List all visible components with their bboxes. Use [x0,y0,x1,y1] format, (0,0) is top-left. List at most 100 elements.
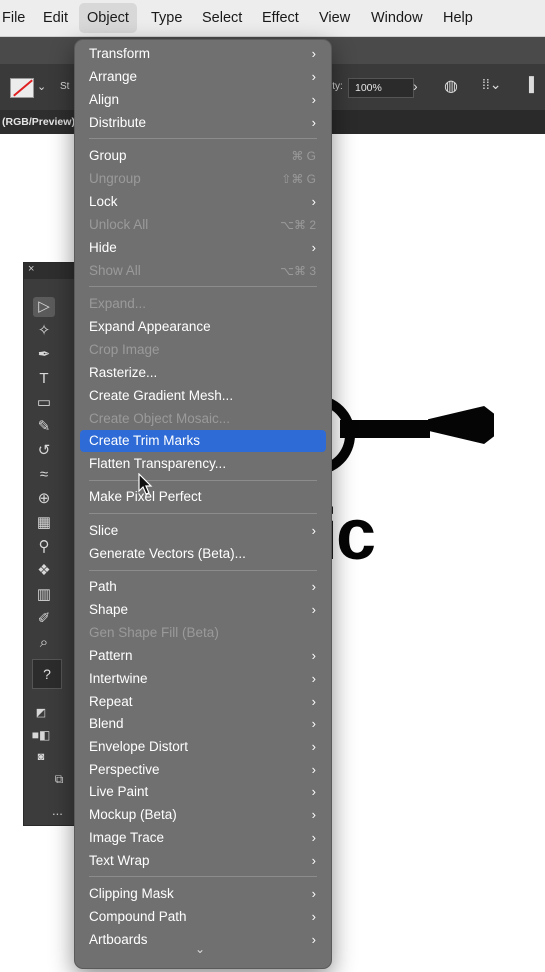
menu-item-mockup[interactable]: Mockup (Beta) › [80,804,326,826]
type-tool-icon[interactable]: T [33,369,55,389]
more-tools-icon[interactable]: ... [52,803,63,818]
menu-item-pattern[interactable]: Pattern › [80,645,326,667]
opacity-field[interactable]: 100% [348,78,414,98]
perspective-grid-tool-icon[interactable]: ▦ [33,513,55,533]
menu-item-label: Expand... [89,296,147,311]
menu-item-text-wrap[interactable]: Text Wrap › [80,850,326,872]
chevron-right-icon: › [311,932,316,947]
menu-bar: File Edit Object Type Select Effect View… [0,0,545,37]
globe-icon[interactable]: ◍ [444,76,458,96]
pen-tool-icon[interactable]: ✒ [33,345,55,365]
menu-item-ungroup: Ungroup ⇧⌘ G [80,168,326,190]
menu-item-label: Envelope Distort [89,739,189,754]
zoom-tool-icon[interactable]: ⌕ [33,633,55,653]
selection-tool-icon[interactable]: ▷ [33,297,55,317]
document-tab[interactable]: (RGB/Preview) [0,110,82,134]
menu-item-blend[interactable]: Blend › [80,713,326,735]
chevron-right-icon: › [311,648,316,663]
menu-item-gen-shape-fill: Gen Shape Fill (Beta) [80,622,326,644]
menu-item-intertwine[interactable]: Intertwine › [80,668,326,690]
menu-item-label: Text Wrap [89,853,150,868]
menu-item-hide[interactable]: Hide › [80,237,326,259]
menu-item-label: Shape [89,602,129,617]
stroke-swatch[interactable] [10,78,34,98]
menu-item-align[interactable]: Align › [80,89,326,111]
chevron-right-icon: › [311,46,316,61]
menu-item-rasterize[interactable]: Rasterize... [80,362,326,384]
menu-object[interactable]: Object [79,3,137,33]
menu-item-slice[interactable]: Slice › [80,520,326,542]
symbol-sprayer-tool-icon[interactable]: ❖ [33,561,55,581]
menu-item-label: Show All [89,263,141,278]
menu-select[interactable]: Select [194,0,250,36]
chevron-right-icon: › [311,194,316,209]
menu-item-label: Hide [89,240,117,255]
align-left-icon[interactable]: ▐ [524,76,534,92]
menu-item-flatten-transparency[interactable]: Flatten Transparency... [80,453,326,475]
menu-item-live-paint[interactable]: Live Paint › [80,781,326,803]
menu-item-compound-path[interactable]: Compound Path › [80,906,326,928]
menu-item-envelope-distort[interactable]: Envelope Distort › [80,736,326,758]
rotate-tool-icon[interactable]: ↺ [33,441,55,461]
chevron-right-icon: › [311,92,316,107]
slice-tool-icon[interactable]: ✐ [33,609,55,629]
chevron-right-icon[interactable]: › [413,78,418,94]
menu-item-repeat[interactable]: Repeat › [80,691,326,713]
menu-help[interactable]: Help [435,0,481,36]
menu-item-transform[interactable]: Transform › [80,43,326,65]
chevron-right-icon: › [311,909,316,924]
artwork-bar [340,420,430,438]
help-tool[interactable]: ? [32,659,62,689]
close-icon[interactable]: × [28,263,34,275]
menu-file[interactable]: File [0,0,33,36]
chevron-right-icon: › [311,240,316,255]
scroll-down-icon[interactable]: ⌄ [195,942,205,956]
chevron-right-icon: › [311,115,316,130]
menu-effect[interactable]: Effect [254,0,307,36]
menu-item-shape[interactable]: Shape › [80,599,326,621]
menu-item-arrange[interactable]: Arrange › [80,66,326,88]
magic-wand-tool-icon[interactable]: ✧ [33,321,55,341]
warp-tool-icon[interactable]: ≈ [33,465,55,485]
menu-item-make-pixel-perfect[interactable]: Make Pixel Perfect [80,486,326,508]
menu-item-label: Path [89,579,117,594]
screen-mode-icon[interactable]: ⧉ [48,769,70,789]
menu-edit[interactable]: Edit [35,0,76,36]
menu-item-label: Mockup (Beta) [89,807,177,822]
chevron-right-icon: › [311,694,316,709]
menu-item-group[interactable]: Group ⌘ G [80,145,326,167]
menu-type[interactable]: Type [143,0,190,36]
chevron-right-icon: › [311,762,316,777]
eyedropper-tool-icon[interactable]: ⚲ [33,537,55,557]
grid-options-icon[interactable]: ⁞⁞⌄ [482,76,502,93]
menu-item-label: Group [89,148,127,163]
menu-view[interactable]: View [311,0,358,36]
menu-window[interactable]: Window [363,0,431,36]
menu-item-expand-appearance[interactable]: Expand Appearance [80,316,326,338]
pencil-tool-icon[interactable]: ✎ [33,417,55,437]
menu-item-label: Align [89,92,120,107]
menu-item-clipping-mask[interactable]: Clipping Mask › [80,883,326,905]
menu-item-label: Transform [89,46,151,61]
menu-item-label: Arrange [89,69,138,84]
shape-builder-tool-icon[interactable]: ⊕ [33,489,55,509]
chevron-right-icon: › [311,739,316,754]
menu-item-perspective[interactable]: Perspective › [80,759,326,781]
menu-item-distribute[interactable]: Distribute › [80,112,326,134]
menu-item-create-trim-marks[interactable]: Create Trim Marks [80,430,326,452]
menu-item-path[interactable]: Path › [80,576,326,598]
draw-mode-icon[interactable]: ◙ [30,747,52,767]
graph-tool-icon[interactable]: ▥ [33,585,55,605]
menu-item-create-gradient-mesh[interactable]: Create Gradient Mesh... [80,385,326,407]
chevron-down-icon[interactable]: ⌄ [37,80,46,93]
menu-separator [89,138,317,139]
menu-item-generate-vectors[interactable]: Generate Vectors (Beta)... [80,543,326,565]
menu-separator [89,876,317,877]
color-mode-icon[interactable]: ■◧ [30,725,52,745]
rectangle-tool-icon[interactable]: ▭ [33,393,55,413]
fill-stroke-icon[interactable]: ◩ [30,703,52,723]
menu-item-label: Ungroup [89,171,141,186]
menu-item-image-trace[interactable]: Image Trace › [80,827,326,849]
chevron-right-icon: › [311,716,316,731]
menu-item-lock[interactable]: Lock › [80,191,326,213]
